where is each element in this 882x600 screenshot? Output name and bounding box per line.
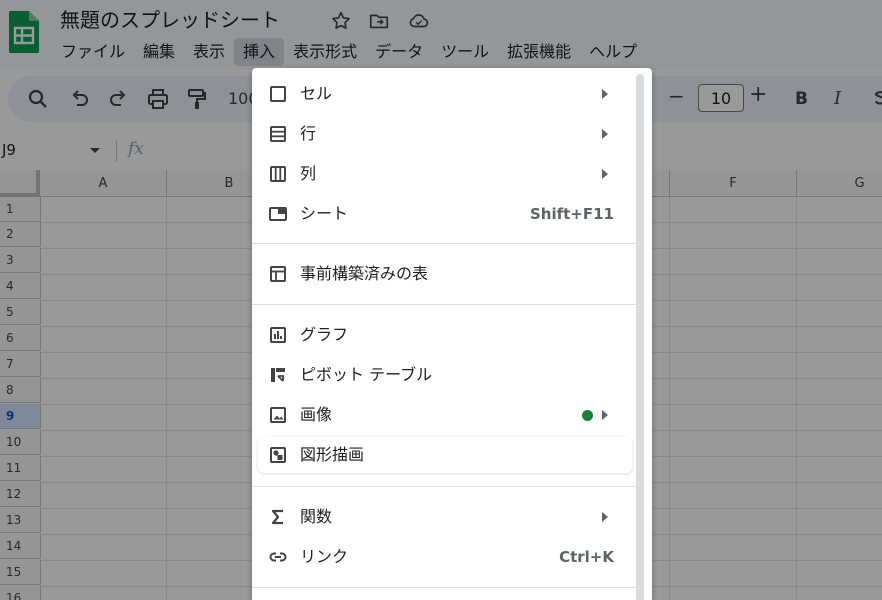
insert-menu-item-label: シート (300, 204, 349, 223)
chart-icon (270, 327, 286, 343)
insert-menu-item-label: セル (300, 84, 333, 103)
insert-menu-item-rows[interactable]: 行 (252, 114, 638, 154)
rows-icon (270, 126, 286, 142)
menu-divider (252, 486, 638, 487)
new-feature-dot (582, 410, 593, 421)
insert-menu-item-prebuilt-table[interactable]: 事前構築済みの表 (252, 254, 638, 294)
menu-scrollbar[interactable] (636, 74, 644, 600)
insert-menu-item-label: リンク (300, 547, 349, 566)
menu-divider (252, 304, 638, 305)
insert-menu-item-chart[interactable]: グラフ (252, 315, 638, 355)
insert-menu-item-label: 画像 (300, 405, 333, 424)
insert-menu-item-link[interactable]: リンク Ctrl+K (252, 537, 638, 577)
insert-menu-item-label: 列 (300, 164, 317, 183)
spreadsheet-app: 無題のスプレッドシート ファイル 編集 表示 挿入 表示形式 データ ツール 拡… (0, 0, 882, 600)
insert-menu-item-cells[interactable]: セル (252, 74, 638, 114)
pivot-table-icon (271, 368, 285, 382)
menu-divider (252, 587, 638, 588)
menu-divider (252, 243, 638, 244)
keyboard-shortcut: Ctrl+K (559, 548, 614, 566)
insert-menu-item-columns[interactable]: 列 (252, 154, 638, 194)
submenu-arrow-icon (602, 512, 608, 522)
drawing-icon (270, 447, 286, 463)
submenu-arrow-icon (602, 410, 608, 420)
table-icon (270, 266, 286, 282)
insert-menu-item-function[interactable]: 関数 (252, 497, 638, 537)
submenu-arrow-icon (602, 129, 608, 139)
insert-menu-item-sheet[interactable]: シート Shift+F11 (252, 194, 638, 234)
insert-menu-item-label: グラフ (300, 325, 349, 344)
image-icon (270, 407, 286, 423)
cell-icon (270, 86, 286, 102)
link-icon (269, 552, 287, 562)
keyboard-shortcut: Shift+F11 (529, 205, 614, 223)
insert-menu-item-drawing[interactable]: 図形描画 (252, 435, 638, 475)
insert-menu-item-image[interactable]: 画像 (252, 395, 638, 435)
insert-menu-item-label: 図形描画 (300, 445, 365, 464)
insert-menu-item-label: 関数 (300, 507, 333, 526)
insert-menu-dropdown: セル 行 列 シート Shift+F11 事前構築済みの表 グラフ ピボット テ… (252, 68, 652, 600)
insert-menu-item-pivot-table[interactable]: ピボット テーブル (252, 355, 638, 395)
columns-icon (270, 166, 286, 182)
insert-menu-item-label: 行 (300, 124, 317, 143)
submenu-arrow-icon (602, 169, 608, 179)
insert-menu-item-label: ピボット テーブル (300, 365, 433, 384)
submenu-arrow-icon (602, 89, 608, 99)
insert-menu-item-label: 事前構築済みの表 (300, 264, 429, 283)
sheet-icon (269, 207, 287, 221)
function-sigma-icon (271, 509, 283, 525)
